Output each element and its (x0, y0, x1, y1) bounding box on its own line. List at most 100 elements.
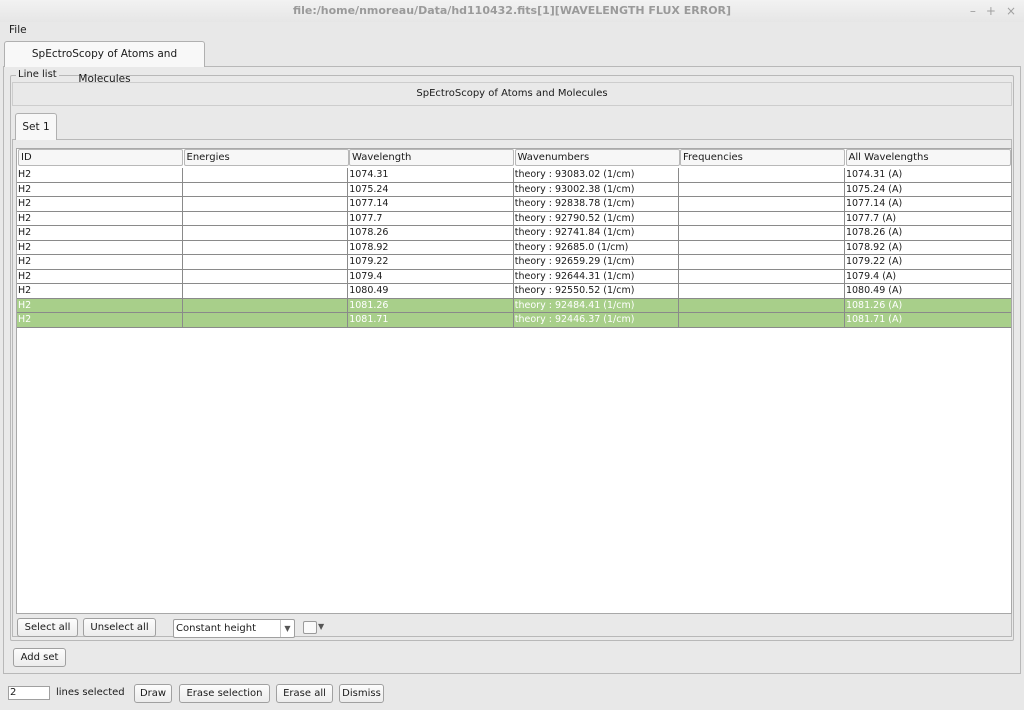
column-header-frequencies[interactable]: Frequencies (680, 149, 845, 166)
table-row[interactable]: H2 1077.14 theory : 92838.78 (1/cm) 1077.14… (17, 197, 1011, 212)
height-mode-select[interactable]: Constant height ▼ (173, 619, 295, 638)
cell-energies (183, 197, 349, 211)
cell-all-wavelengths: 1081.26 (A) (845, 299, 903, 311)
cell-id: H2 (17, 226, 183, 240)
column-header-wavenumbers[interactable]: Wavenumbers (514, 149, 680, 166)
cell-id: H2 (17, 182, 183, 196)
chevron-down-icon[interactable]: ▼ (280, 620, 294, 637)
column-header-wavelength[interactable]: Wavelength (349, 149, 514, 166)
cell-wavenumbers: theory : 92550.52 (1/cm) (514, 284, 680, 298)
dismiss-button[interactable]: Dismiss (339, 684, 384, 703)
cell-all-wavelengths: 1080.49 (A) (845, 285, 903, 296)
tab-set-1[interactable]: Set 1 (15, 113, 57, 140)
cell-wavelength: 1077.7 (348, 211, 514, 225)
column-header-id[interactable]: ID (18, 149, 183, 166)
cell-energies (183, 182, 349, 196)
cell-energies (183, 269, 349, 283)
cell-id: H2 (17, 255, 183, 269)
cell-frequencies (679, 284, 845, 298)
cell-id: H2 (17, 240, 183, 254)
cell-wavenumbers: theory : 92790.52 (1/cm) (514, 211, 680, 225)
tab-spectroscopy[interactable]: SpEctroScopy of Atoms and Molecules (4, 41, 205, 85)
maximize-icon[interactable]: + (986, 0, 996, 22)
table-row[interactable]: H2 1078.26 theory : 92741.84 (1/cm) 1078.26… (17, 226, 1011, 241)
cell-energies (183, 168, 349, 182)
cell-all-wavelengths: 1079.4 (A) (845, 270, 897, 282)
cell-id: H2 (17, 211, 183, 225)
table-row[interactable]: H2 1075.24 theory : 93002.38 (1/cm) 1075.24… (17, 182, 1011, 197)
cell-wavelength: 1079.4 (348, 269, 514, 283)
window-controls: – + × (970, 0, 1016, 22)
line-list-group: Line list SpEctroScopy of Atoms and Mole… (10, 69, 1014, 641)
cell-frequencies (679, 255, 845, 269)
draw-button[interactable]: Draw (134, 684, 172, 703)
cell-wavenumbers: theory : 92685.0 (1/cm) (514, 240, 680, 254)
cell-wavenumbers: theory : 92446.37 (1/cm) (514, 313, 680, 327)
cell-frequencies (679, 211, 845, 225)
cell-frequencies (679, 240, 845, 254)
set-panel: ID Energies Wavelength Wavenumbers Frequ… (12, 139, 1012, 638)
cell-all-wavelengths: 1078.26 (A) (845, 227, 903, 238)
select-all-button[interactable]: Select all (17, 618, 78, 637)
cell-all-wavelengths: 1075.24 (A) (845, 183, 903, 195)
unselect-all-button[interactable]: Unselect all (83, 618, 156, 637)
cell-energies (183, 226, 349, 240)
cell-wavelength: 1080.49 (348, 284, 514, 298)
table-row[interactable]: H2 1079.22 theory : 92659.29 (1/cm) 1079.22… (17, 255, 1011, 270)
color-dropdown-icon[interactable]: ▼ (318, 620, 324, 634)
cell-frequencies (679, 226, 845, 240)
cell-frequencies (679, 313, 845, 327)
color-swatch[interactable] (303, 621, 317, 634)
table-row[interactable]: H2 1074.31 theory : 93083.02 (1/cm) 1074.31… (17, 168, 1011, 183)
cell-wavelength: 1081.71 (348, 313, 514, 327)
cell-wavenumbers: theory : 92741.84 (1/cm) (514, 226, 680, 240)
cell-all-wavelengths: 1078.92 (A) (845, 241, 903, 253)
cell-id: H2 (17, 168, 183, 182)
cell-frequencies (679, 182, 845, 196)
cell-wavenumbers: theory : 93083.02 (1/cm) (514, 168, 680, 182)
cell-wavenumbers: theory : 92644.31 (1/cm) (514, 269, 680, 283)
cell-all-wavelengths: 1081.71 (A) (845, 314, 903, 325)
cell-wavelength: 1077.14 (348, 197, 514, 211)
column-header-energies[interactable]: Energies (183, 149, 349, 166)
cell-wavenumbers: theory : 92838.78 (1/cm) (514, 197, 680, 211)
cell-id: H2 (17, 298, 183, 312)
cell-all-wavelengths: 1079.22 (A) (845, 256, 903, 267)
lines-selected-count[interactable]: 2 (8, 686, 50, 700)
height-mode-value: Constant height (176, 623, 257, 634)
cell-id: H2 (17, 197, 183, 211)
cell-all-wavelengths: 1077.7 (A) (845, 212, 897, 224)
window-title: file:/home/nmoreau/Data/hd110432.fits[1]… (292, 4, 732, 17)
close-icon[interactable]: × (1006, 0, 1016, 22)
cell-frequencies (679, 269, 845, 283)
cell-wavelength: 1081.26 (348, 298, 514, 312)
window-titlebar: file:/home/nmoreau/Data/hd110432.fits[1]… (0, 0, 1024, 22)
menu-bar: File (0, 22, 1024, 40)
cell-wavenumbers: theory : 93002.38 (1/cm) (514, 182, 680, 196)
menu-file[interactable]: File (9, 23, 27, 37)
table-row[interactable]: H2 1077.7 theory : 92790.52 (1/cm) 1077.7 (… (17, 211, 1011, 226)
erase-selection-button[interactable]: Erase selection (179, 684, 270, 703)
table-header: ID Energies Wavelength Wavenumbers Frequ… (17, 149, 1011, 168)
table-row[interactable]: H2 1079.4 theory : 92644.31 (1/cm) 1079.4 (… (17, 269, 1011, 284)
column-header-all-wavelengths[interactable]: All Wavelengths (845, 149, 1011, 166)
table-row[interactable]: H2 1078.92 theory : 92685.0 (1/cm) 1078.92 … (17, 240, 1011, 255)
table-row[interactable]: H2 1081.71 theory : 92446.37 (1/cm) 1081.71… (17, 313, 1011, 328)
cell-energies (183, 255, 349, 269)
cell-id: H2 (17, 313, 183, 327)
cell-wavelength: 1078.92 (348, 240, 514, 254)
cell-wavelength: 1078.26 (348, 226, 514, 240)
cell-wavelength: 1074.31 (348, 168, 514, 182)
line-table[interactable]: ID Energies Wavelength Wavenumbers Frequ… (16, 148, 1012, 614)
table-body: H2 1074.31 theory : 93083.02 (1/cm) 1074.31… (17, 168, 1011, 328)
main-panel: Line list SpEctroScopy of Atoms and Mole… (3, 66, 1021, 674)
lines-selected-label: lines selected (56, 687, 125, 698)
cell-energies (183, 240, 349, 254)
minimize-icon[interactable]: – (970, 0, 976, 22)
table-row[interactable]: H2 1080.49 theory : 92550.52 (1/cm) 1080.49… (17, 284, 1011, 299)
erase-all-button[interactable]: Erase all (276, 684, 333, 703)
add-set-button[interactable]: Add set (13, 648, 66, 667)
cell-frequencies (679, 168, 845, 182)
table-row[interactable]: H2 1081.26 theory : 92484.41 (1/cm) 1081.26… (17, 298, 1011, 313)
cell-all-wavelengths: 1077.14 (A) (845, 198, 903, 209)
